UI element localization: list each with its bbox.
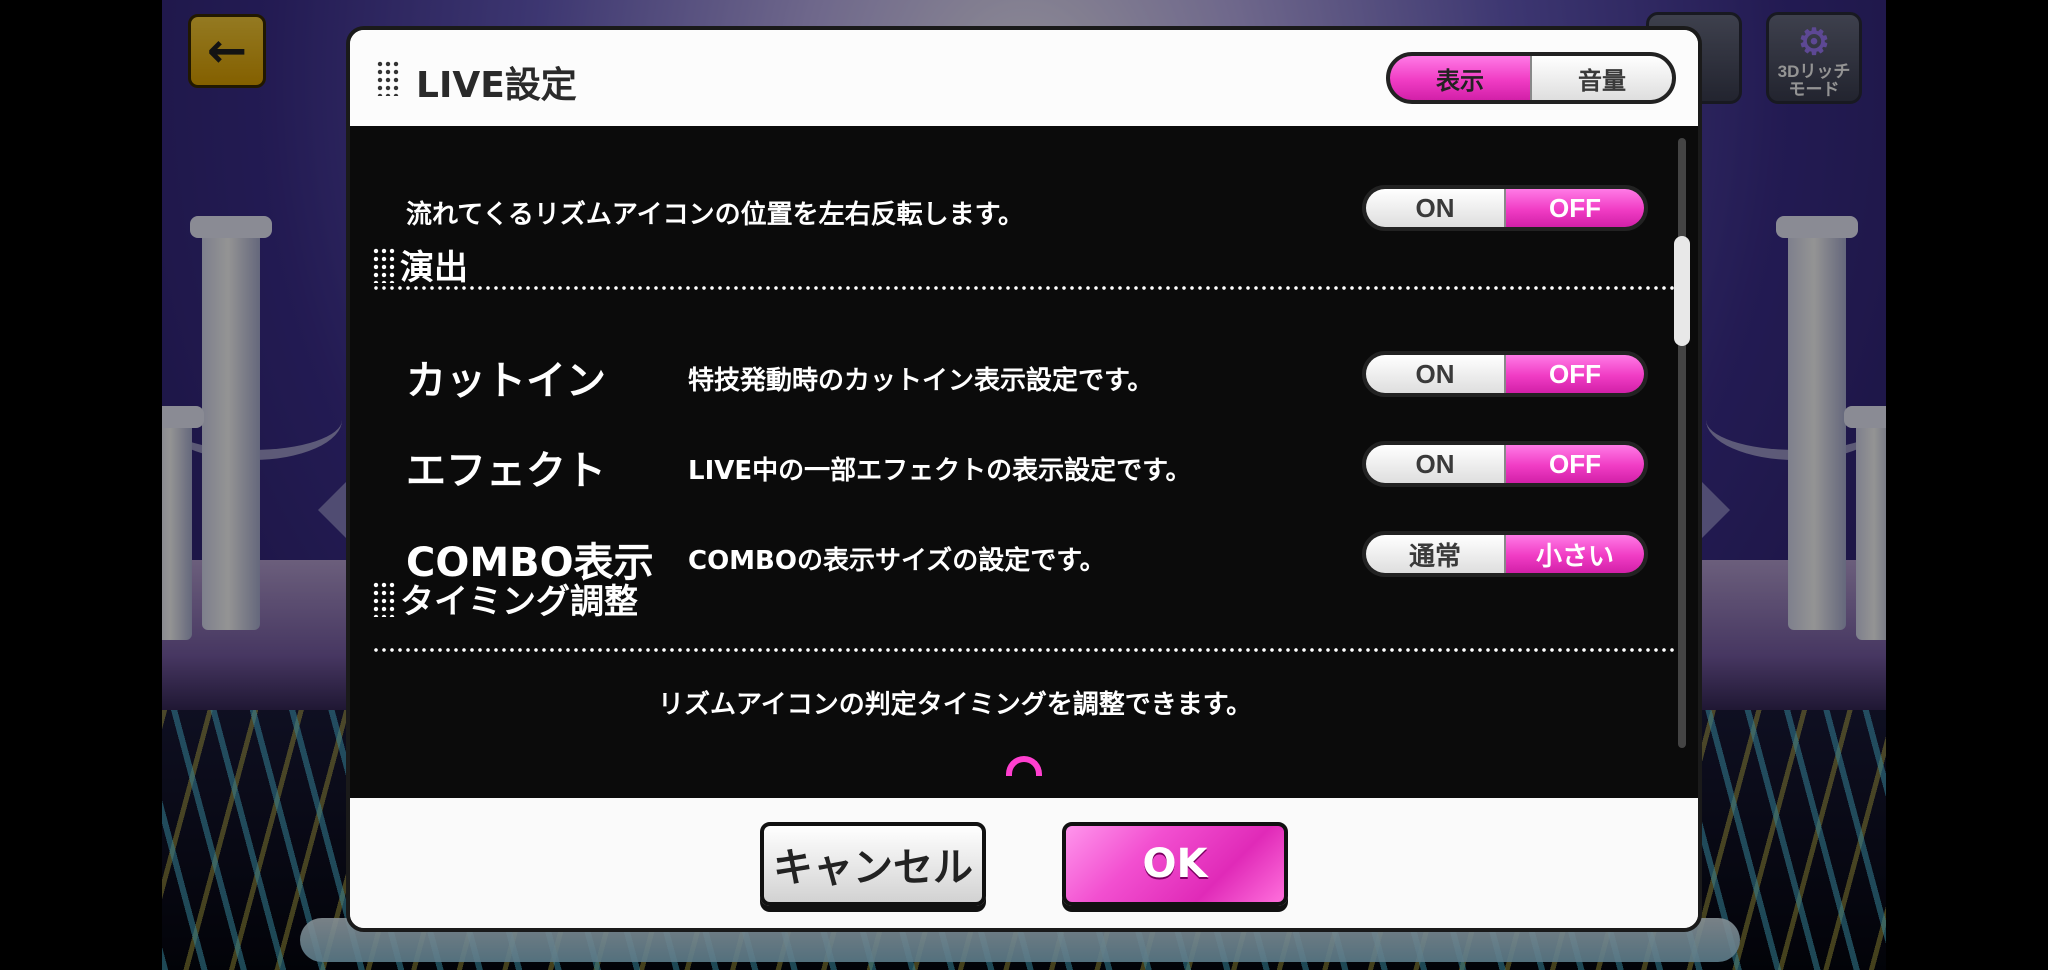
effect-name: エフェクト <box>406 448 606 494</box>
combo-normal-option[interactable]: 通常 <box>1366 535 1504 573</box>
ok-button[interactable]: OK <box>1062 822 1288 906</box>
mirror-off-option[interactable]: OFF <box>1504 189 1644 227</box>
section-effects-header: 演出 <box>372 240 468 289</box>
mirror-description: 流れてくるリズムアイコンの位置を左右反転します。 <box>406 200 1025 230</box>
scroll-more-icon <box>1006 756 1042 776</box>
tab-volume[interactable]: 音量 <box>1530 56 1672 100</box>
dialog-header: LIVE設定 表示 音量 <box>350 30 1698 126</box>
effect-toggle: ON OFF <box>1362 441 1648 487</box>
section-effects-title: 演出 <box>400 248 468 288</box>
cutin-name: カットイン <box>406 358 606 404</box>
dots-grip-icon <box>372 246 396 283</box>
cancel-button[interactable]: キャンセル <box>760 822 986 906</box>
tab-display[interactable]: 表示 <box>1390 56 1530 100</box>
settings-scroll-area[interactable]: 流れてくるリズムアイコンの位置を左右反転します。 ON OFF 演出 カットイン… <box>350 126 1698 798</box>
combo-small-option[interactable]: 小さい <box>1504 535 1644 573</box>
cutin-on-option[interactable]: ON <box>1366 355 1504 393</box>
scrollbar-track[interactable] <box>1678 138 1686 748</box>
scrollbar-thumb[interactable] <box>1674 236 1690 346</box>
dots-grip-icon <box>376 60 400 96</box>
mirror-toggle: ON OFF <box>1362 185 1648 231</box>
effect-off-option[interactable]: OFF <box>1504 445 1644 483</box>
mirror-on-option[interactable]: ON <box>1366 189 1504 227</box>
dots-grip-icon <box>372 580 396 617</box>
effect-description: LIVE中の一部エフェクトの表示設定です。 <box>688 456 1192 486</box>
timing-description: リズムアイコンの判定タイミングを調整できます。 <box>658 690 1253 720</box>
live-settings-dialog: LIVE設定 表示 音量 流れてくるリズムアイコンの位置を左右反転します。 ON… <box>346 26 1702 932</box>
section-divider <box>372 648 1684 652</box>
cutin-description: 特技発動時のカットイン表示設定です。 <box>688 366 1154 396</box>
dialog-title: LIVE設定 <box>416 65 577 106</box>
section-timing-header: タイミング調整 <box>372 574 638 623</box>
section-divider <box>372 286 1684 290</box>
display-volume-tabs: 表示 音量 <box>1386 52 1676 104</box>
dialog-footer: キャンセル OK <box>350 798 1698 928</box>
section-timing-title: タイミング調整 <box>400 582 638 622</box>
cutin-toggle: ON OFF <box>1362 351 1648 397</box>
combo-size-toggle: 通常 小さい <box>1362 531 1648 577</box>
combo-description: COMBOの表示サイズの設定です。 <box>688 546 1106 576</box>
effect-on-option[interactable]: ON <box>1366 445 1504 483</box>
cutin-off-option[interactable]: OFF <box>1504 355 1644 393</box>
